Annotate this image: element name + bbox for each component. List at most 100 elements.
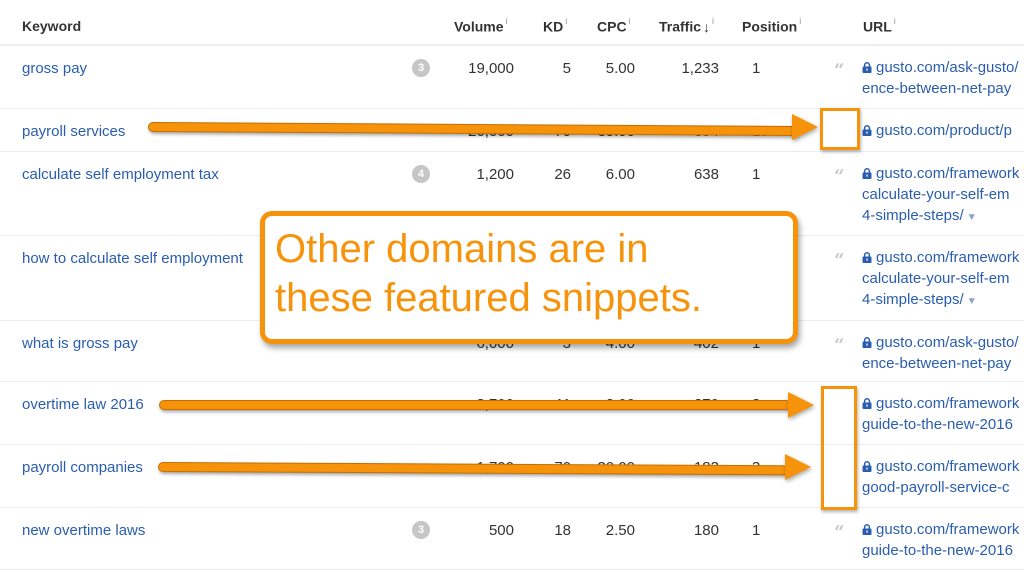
keyword-link[interactable]: calculate self employment tax	[22, 166, 219, 183]
keyword-link[interactable]: payroll services	[22, 123, 125, 140]
serp-features-badge[interactable]: 3	[412, 521, 430, 539]
url-line: ence-between-net-pay	[862, 78, 1024, 99]
column-label: KD	[543, 18, 564, 35]
sort-down-arrow-icon[interactable]: ↓	[703, 19, 710, 35]
url-link[interactable]: gusto.com/framework guide-to-the-new-2016	[862, 393, 1024, 435]
url-text: ence-between-net-pay	[862, 355, 1012, 372]
table-header: Keyword Volume i KD i CPC i Traffic ↓ i Posit…	[0, 0, 1024, 46]
url-line: gusto.com/ask-gusto/	[862, 57, 1024, 78]
serp-features-badge[interactable]: 3	[412, 59, 430, 77]
url-line: calculate-your-self-em	[862, 268, 1024, 289]
keyword-link[interactable]: overtime law 2016	[22, 396, 144, 413]
annotation-arrow-head	[792, 114, 818, 140]
column-label: URL	[863, 18, 892, 35]
lock-icon	[862, 62, 872, 73]
url-line: ence-between-net-pay	[862, 353, 1024, 374]
url-text: gusto.com/product/p	[876, 122, 1012, 139]
table-row: new overtime laws 3 500 18 2.50 180 1 “ gusto.co…	[0, 508, 1024, 570]
info-icon[interactable]: i	[894, 16, 896, 26]
featured-snippet-quote-icon: “	[834, 166, 845, 187]
url-text: gusto.com/framework	[876, 395, 1020, 412]
lock-icon	[862, 252, 872, 263]
url-line: gusto.com/framework	[862, 163, 1024, 184]
annotation-arrow-head	[785, 454, 811, 480]
info-icon[interactable]: i	[506, 16, 508, 26]
url-line: gusto.com/framework	[862, 247, 1024, 268]
cpc-value: 2.50	[605, 522, 635, 539]
url-line: gusto.com/product/p	[862, 120, 1024, 141]
url-line: good-payroll-service-c	[862, 477, 1024, 498]
keyword-link[interactable]: new overtime laws	[22, 522, 145, 539]
info-icon[interactable]: i	[712, 16, 714, 26]
keyword-link[interactable]: payroll companies	[22, 459, 143, 476]
serp-features-badge[interactable]: 4	[412, 165, 430, 183]
url-text: calculate-your-self-em	[862, 186, 1010, 203]
url-line: guide-to-the-new-2016	[862, 540, 1024, 561]
column-header-keyword[interactable]: Keyword	[22, 18, 81, 34]
keyword-link[interactable]: gross pay	[22, 60, 87, 77]
column-header-position[interactable]: Position i	[742, 16, 801, 35]
url-line: 4-simple-steps/▼	[862, 289, 1024, 312]
volume-value: 500	[488, 522, 514, 539]
traffic-value: 1,233	[681, 60, 719, 77]
volume-value: 19,000	[468, 60, 514, 77]
highlight-box-missing-snippet	[820, 108, 860, 150]
url-link[interactable]: gusto.com/ask-gusto/ence-between-net-pay	[862, 332, 1024, 374]
url-line: gusto.com/framework	[862, 519, 1024, 540]
url-line: guide-to-the-new-2016	[862, 414, 1024, 435]
url-line: 4-simple-steps/▼	[862, 205, 1024, 228]
keyword-link[interactable]: what is gross pay	[22, 335, 138, 352]
kd-value: 5	[562, 60, 571, 77]
url-text: gusto.com/framework	[876, 458, 1020, 475]
column-label: CPC	[597, 18, 627, 35]
traffic-value: 638	[693, 166, 719, 183]
lock-icon	[862, 524, 872, 535]
keyword-link[interactable]: how to calculate self employment	[22, 250, 243, 267]
info-icon[interactable]: i	[565, 16, 567, 26]
lock-icon	[862, 125, 872, 136]
column-header-traffic[interactable]: Traffic ↓ i	[659, 16, 714, 35]
url-text: gusto.com/framework	[876, 249, 1020, 266]
annotation-callout: Other domains are in these featured snip…	[260, 211, 798, 344]
lock-icon	[862, 398, 872, 409]
column-label: Volume	[454, 18, 504, 35]
url-line: gusto.com/ask-gusto/	[862, 332, 1024, 353]
url-line: gusto.com/framework	[862, 456, 1024, 477]
info-icon[interactable]: i	[799, 16, 801, 26]
column-header-url[interactable]: URL i	[863, 16, 896, 35]
url-link[interactable]: gusto.com/framework calculate-your-self-e…	[862, 247, 1024, 312]
table-row: payroll companies1,7007030.001833gusto.c…	[0, 445, 1024, 508]
column-header-volume[interactable]: Volume i	[454, 16, 508, 35]
url-link[interactable]: gusto.com/framework guide-to-the-new-2016	[862, 519, 1024, 561]
url-link[interactable]: gusto.com/ask-gusto/ence-between-net-pay	[862, 57, 1024, 99]
dropdown-triangle-icon[interactable]: ▼	[967, 212, 977, 223]
table-row: overtime law 20163,700112.002703gusto.co…	[0, 382, 1024, 445]
url-link[interactable]: gusto.com/framework good-payroll-service-…	[862, 456, 1024, 498]
featured-snippet-quote-icon: “	[834, 60, 845, 81]
position-value: 1	[752, 166, 761, 183]
position-value: 1	[752, 522, 761, 539]
annotation-arrow-head	[788, 392, 814, 418]
column-header-cpc[interactable]: CPC i	[597, 16, 631, 35]
featured-snippet-quote-icon: “	[834, 522, 845, 543]
url-text: guide-to-the-new-2016	[862, 416, 1013, 433]
traffic-value: 180	[693, 522, 719, 539]
url-text: calculate-your-self-em	[862, 270, 1010, 287]
url-text: ence-between-net-pay	[862, 80, 1012, 97]
callout-text-line: these featured snippets.	[275, 276, 702, 320]
dropdown-triangle-icon[interactable]: ▼	[967, 296, 977, 307]
url-text: good-payroll-service-c	[862, 479, 1010, 496]
lock-icon	[862, 337, 872, 348]
column-header-kd[interactable]: KD i	[543, 16, 567, 35]
url-line: calculate-your-self-em	[862, 184, 1024, 205]
column-label: Position	[742, 18, 798, 35]
lock-icon	[862, 461, 872, 472]
column-label: Keyword	[22, 18, 82, 34]
url-text: gusto.com/framework	[876, 165, 1020, 182]
cpc-value: 5.00	[605, 60, 635, 77]
url-link[interactable]: gusto.com/framework calculate-your-self-e…	[862, 163, 1024, 228]
info-icon[interactable]: i	[629, 16, 631, 26]
cpc-value: 6.00	[605, 166, 635, 183]
url-link[interactable]: gusto.com/product/p	[862, 120, 1024, 141]
url-line: gusto.com/framework	[862, 393, 1024, 414]
